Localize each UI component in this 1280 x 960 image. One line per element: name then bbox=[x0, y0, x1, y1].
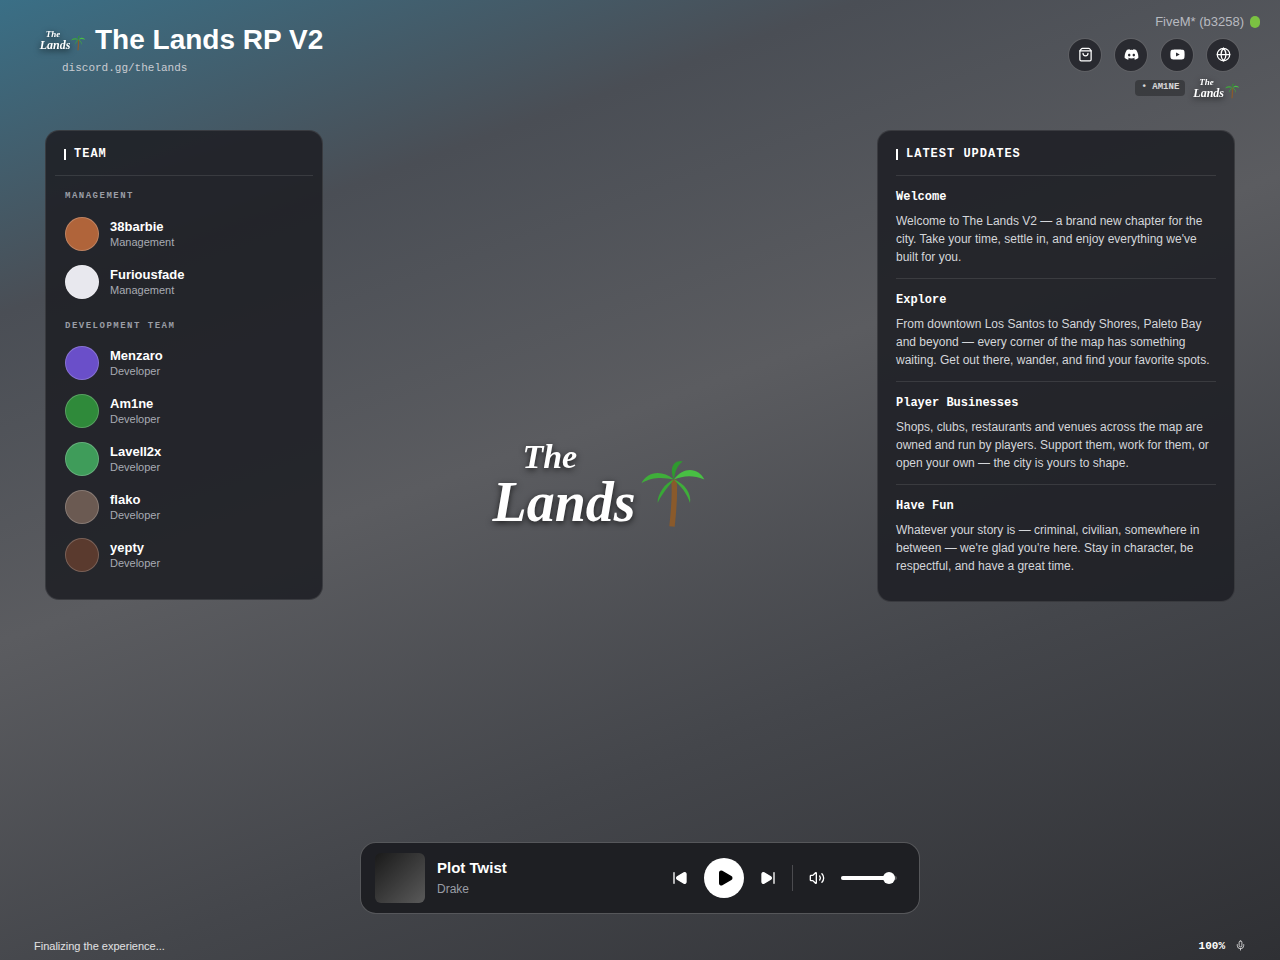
volume-icon[interactable] bbox=[809, 870, 825, 886]
team-member: Lavell2xDeveloper bbox=[55, 435, 313, 483]
watermark-logo: TheLands bbox=[1193, 78, 1240, 99]
play-icon bbox=[716, 869, 734, 887]
update-item: Have Fun Whatever your story is — crimina… bbox=[896, 485, 1216, 587]
member-role: Management bbox=[110, 283, 184, 297]
member-avatar bbox=[65, 265, 99, 299]
update-title: Player Businesses bbox=[896, 394, 1216, 412]
music-player: Plot TwistDrake bbox=[360, 842, 920, 914]
volume-knob[interactable] bbox=[883, 872, 895, 884]
member-avatar bbox=[65, 490, 99, 524]
volume-slider[interactable] bbox=[841, 876, 897, 880]
update-body: Shops, clubs, restaurants and venues acr… bbox=[896, 418, 1216, 472]
panel-title: TEAM bbox=[74, 145, 107, 163]
server-logo: TheLands bbox=[45, 22, 81, 58]
member-role: Developer bbox=[110, 556, 160, 570]
server-logo-mark: TheLands bbox=[40, 30, 87, 51]
member-name: Menzaro bbox=[110, 348, 163, 364]
member-name: Lavell2x bbox=[110, 444, 161, 460]
loading-progress: 100% bbox=[1199, 938, 1225, 955]
team-member: 38barbieManagement bbox=[55, 210, 313, 258]
update-title: Welcome bbox=[896, 188, 1216, 206]
author-badge: • AM1NE bbox=[1135, 80, 1185, 96]
team-member: yeptyDeveloper bbox=[55, 531, 313, 579]
updates-panel: LATEST UPDATES Welcome Welcome to The Land… bbox=[877, 130, 1235, 602]
update-item: Explore From downtown Los Santos to Sandy… bbox=[896, 279, 1216, 382]
group-title: MANAGEMENT bbox=[55, 190, 313, 210]
update-item: Player Businesses Shops, clubs, restauran… bbox=[896, 382, 1216, 485]
member-role: Management bbox=[110, 235, 174, 249]
discord-icon bbox=[1124, 47, 1139, 62]
play-button[interactable] bbox=[704, 858, 744, 898]
youtube-icon bbox=[1170, 47, 1185, 62]
team-member: MenzaroDeveloper bbox=[55, 339, 313, 387]
globe-icon bbox=[1216, 47, 1231, 62]
loading-screen: TheLands The Lands RP V2 discord.gg/thelan… bbox=[0, 0, 1280, 960]
update-body: Welcome to The Lands V2 — a brand new ch… bbox=[896, 212, 1216, 266]
member-name: yepty bbox=[110, 540, 160, 556]
group-title: DEVELOPMENT TEAM bbox=[55, 320, 313, 340]
panel-title: LATEST UPDATES bbox=[906, 145, 1021, 163]
store-button[interactable] bbox=[1068, 38, 1102, 72]
previous-icon[interactable] bbox=[672, 870, 688, 886]
palm-tree-icon bbox=[1224, 83, 1240, 99]
palm-tree-icon bbox=[636, 458, 708, 530]
member-name: Furiousfade bbox=[110, 267, 184, 283]
album-art bbox=[375, 853, 425, 903]
member-role: Developer bbox=[110, 508, 160, 522]
discord-button[interactable] bbox=[1114, 38, 1148, 72]
update-body: Whatever your story is — criminal, civil… bbox=[896, 521, 1216, 575]
bag-icon bbox=[1078, 47, 1093, 62]
server-title: The Lands RP V2 bbox=[95, 22, 323, 58]
member-avatar bbox=[65, 217, 99, 251]
palm-tree-icon bbox=[70, 35, 86, 51]
header: TheLands The Lands RP V2 discord.gg/thelan… bbox=[0, 0, 1280, 130]
build-label: FiveM* (b3258) bbox=[1155, 12, 1244, 32]
mic-icon bbox=[1235, 940, 1246, 951]
next-icon[interactable] bbox=[760, 870, 776, 886]
team-member: flakoDeveloper bbox=[55, 483, 313, 531]
status-bar: Finalizing the experience... 100% bbox=[0, 938, 1280, 960]
member-avatar bbox=[65, 442, 99, 476]
member-name: flako bbox=[110, 492, 160, 508]
center-logo: TheLands bbox=[492, 440, 707, 530]
update-body: From downtown Los Santos to Sandy Shores… bbox=[896, 315, 1216, 369]
loading-message: Finalizing the experience... bbox=[34, 938, 165, 955]
fivem-icon bbox=[1250, 16, 1260, 28]
website-button[interactable] bbox=[1206, 38, 1240, 72]
team-member: FuriousfadeManagement bbox=[55, 258, 313, 306]
track-artist: Drake bbox=[437, 880, 660, 898]
team-member: Am1neDeveloper bbox=[55, 387, 313, 435]
track-title: Plot Twist bbox=[437, 857, 660, 880]
member-role: Developer bbox=[110, 412, 160, 426]
member-avatar bbox=[65, 538, 99, 572]
main: TEAMMANAGEMENT38barbieManagementFuriousf… bbox=[0, 130, 1280, 842]
member-avatar bbox=[65, 394, 99, 428]
team-group: DEVELOPMENT TEAMMenzaroDeveloperAm1neDev… bbox=[55, 306, 313, 580]
update-item: Welcome Welcome to The Lands V2 — a brand… bbox=[896, 176, 1216, 279]
member-name: 38barbie bbox=[110, 219, 174, 235]
youtube-button[interactable] bbox=[1160, 38, 1194, 72]
update-title: Explore bbox=[896, 291, 1216, 309]
member-avatar bbox=[65, 346, 99, 380]
update-title: Have Fun bbox=[896, 497, 1216, 515]
team-panel: TEAMMANAGEMENT38barbieManagementFuriousf… bbox=[45, 130, 323, 600]
member-role: Developer bbox=[110, 364, 163, 378]
member-name: Am1ne bbox=[110, 396, 160, 412]
member-role: Developer bbox=[110, 460, 161, 474]
discord-link[interactable]: discord.gg/thelands bbox=[45, 60, 323, 77]
team-group: MANAGEMENT38barbieManagementFuriousfadeM… bbox=[55, 176, 313, 306]
